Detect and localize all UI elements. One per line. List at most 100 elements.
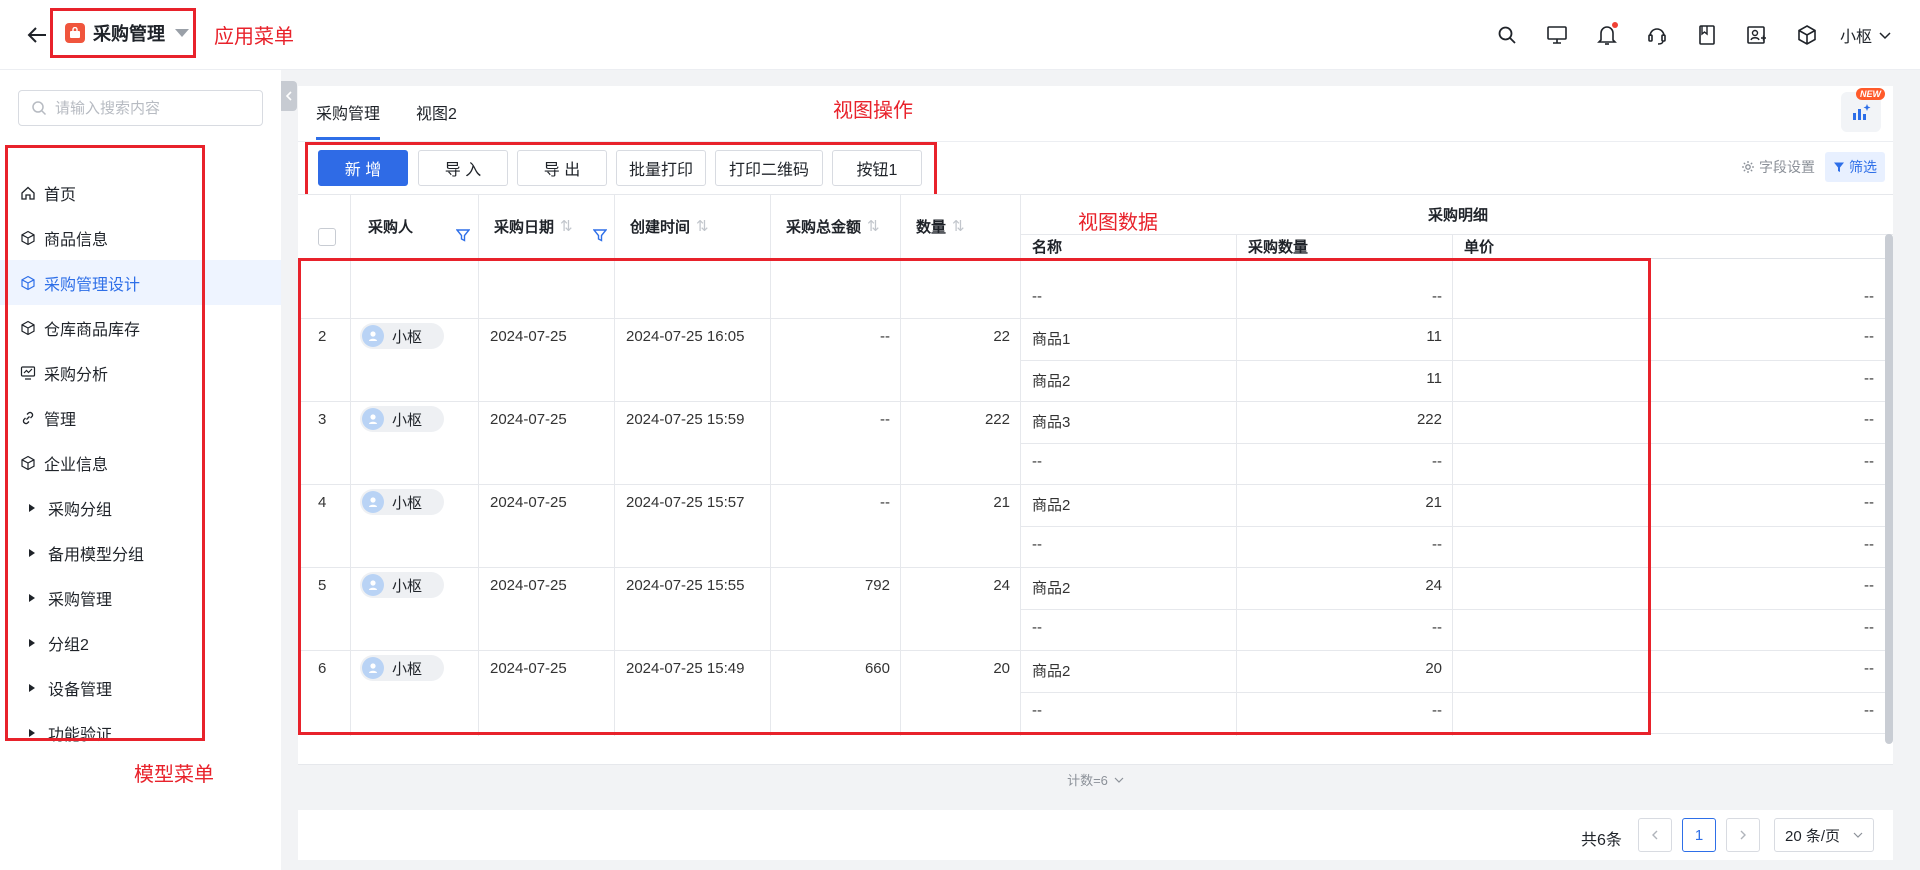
column-group-header-detail: 采购明细 bbox=[1428, 194, 1488, 234]
page-number-button[interactable]: 1 bbox=[1682, 818, 1716, 852]
row-index: 5 bbox=[318, 577, 327, 594]
sidebar-collapse-handle[interactable] bbox=[281, 81, 297, 111]
filter-icon bbox=[1834, 162, 1844, 172]
column-header-detail-qty[interactable]: 采购数量 bbox=[1248, 234, 1308, 258]
column-header-label: 单价 bbox=[1464, 238, 1495, 256]
filter-icon[interactable] bbox=[593, 228, 607, 242]
column-header-date[interactable]: 采购日期 ⇅ bbox=[494, 194, 573, 258]
new-chart-button[interactable]: NEW bbox=[1841, 88, 1885, 132]
prev-page-button[interactable] bbox=[1638, 818, 1672, 852]
toolbar-right: 字段设置 筛选 bbox=[1741, 152, 1885, 182]
search-icon[interactable] bbox=[1482, 18, 1532, 52]
buyer-chip[interactable]: 小枢 bbox=[360, 572, 444, 598]
detail-price-cell: -- bbox=[1864, 660, 1874, 677]
buyer-name: 小枢 bbox=[392, 328, 423, 346]
pagination-total: 共6条 bbox=[1581, 832, 1622, 849]
field-settings-label: 字段设置 bbox=[1759, 159, 1815, 175]
column-header-buyer[interactable]: 采购人 bbox=[368, 194, 413, 258]
notification-dot bbox=[1611, 22, 1618, 28]
app-logo-icon bbox=[65, 23, 85, 43]
user-card-icon[interactable] bbox=[1732, 18, 1782, 52]
detail-price-cell: -- bbox=[1864, 701, 1874, 719]
app-title: 采购管理 bbox=[93, 24, 165, 44]
detail-name-cell: 商品2 bbox=[1032, 372, 1071, 390]
chevron-down-icon bbox=[1853, 832, 1863, 838]
filter-button[interactable]: 筛选 bbox=[1825, 152, 1885, 182]
detail-qty-cell: -- bbox=[1432, 535, 1442, 553]
tab-view2[interactable]: 视图2 bbox=[416, 100, 457, 140]
filter-label: 筛选 bbox=[1849, 159, 1877, 175]
app-menu[interactable]: 采购管理 bbox=[50, 8, 196, 58]
bookmark-icon[interactable] bbox=[1682, 18, 1732, 52]
back-arrow-icon[interactable] bbox=[22, 20, 52, 50]
buyer-name: 小枢 bbox=[392, 577, 423, 595]
view-tabs: 采购管理 视图2 视图操作 NEW bbox=[298, 86, 1893, 142]
chevron-right-icon bbox=[1740, 830, 1746, 840]
quantity-cell: 24 bbox=[993, 577, 1010, 594]
headset-icon[interactable] bbox=[1632, 18, 1682, 52]
next-page-button[interactable] bbox=[1726, 818, 1760, 852]
sort-icon[interactable]: ⇅ bbox=[560, 217, 573, 235]
cube-icon[interactable] bbox=[1782, 18, 1832, 52]
sort-icon[interactable]: ⇅ bbox=[867, 217, 880, 235]
created-time-cell: 2024-07-25 15:57 bbox=[626, 494, 745, 511]
avatar bbox=[362, 574, 384, 596]
avatar bbox=[362, 408, 384, 430]
column-header-label: 采购数量 bbox=[1248, 238, 1309, 256]
select-all-checkbox[interactable] bbox=[318, 228, 336, 246]
detail-name-cell: -- bbox=[1032, 452, 1042, 470]
detail-price-cell: -- bbox=[1864, 577, 1874, 594]
column-header-price[interactable]: 单价 bbox=[1464, 234, 1494, 258]
monitor-icon[interactable] bbox=[1532, 18, 1582, 52]
top-bar: 采购管理 应用菜单 小枢 bbox=[0, 0, 1920, 70]
user-menu[interactable]: 小枢 bbox=[1840, 23, 1892, 47]
view-ops-highlight bbox=[305, 142, 937, 202]
sort-icon[interactable]: ⇅ bbox=[696, 217, 709, 235]
chevron-left-icon bbox=[1652, 830, 1658, 840]
avatar bbox=[362, 657, 384, 679]
detail-name-cell: 商品3 bbox=[1032, 414, 1071, 431]
detail-price-cell: -- bbox=[1864, 452, 1874, 470]
detail-qty-cell: 20 bbox=[1425, 660, 1442, 677]
page-size-select[interactable]: 20 条/页 bbox=[1774, 818, 1874, 852]
column-header-qty[interactable]: 数量 ⇅ bbox=[916, 194, 965, 258]
avatar bbox=[362, 325, 384, 347]
total-amount-cell: -- bbox=[880, 328, 890, 345]
column-header-label: 采购明细 bbox=[1428, 206, 1489, 224]
tab-purchase-management[interactable]: 采购管理 bbox=[316, 100, 380, 140]
top-icons: 小枢 bbox=[1482, 18, 1892, 52]
column-header-name[interactable]: 名称 bbox=[1032, 234, 1062, 258]
column-header-total[interactable]: 采购总金额 ⇅ bbox=[786, 194, 880, 258]
annotation-view-ops: 视图操作 bbox=[833, 100, 913, 122]
detail-qty-cell: 11 bbox=[1426, 369, 1442, 387]
buyer-chip[interactable]: 小枢 bbox=[360, 323, 444, 349]
quantity-cell: 222 bbox=[984, 411, 1010, 428]
detail-price-cell: -- bbox=[1864, 535, 1874, 553]
sidebar-search[interactable] bbox=[18, 90, 263, 126]
buyer-chip[interactable]: 小枢 bbox=[360, 655, 444, 681]
buyer-chip[interactable]: 小枢 bbox=[360, 406, 444, 432]
field-settings-button[interactable]: 字段设置 bbox=[1741, 157, 1815, 177]
row-index: 3 bbox=[318, 411, 327, 428]
caret-down-icon bbox=[175, 29, 189, 37]
chevron-down-icon bbox=[1879, 32, 1891, 40]
column-header-label: 采购日期 bbox=[494, 218, 555, 236]
sort-icon[interactable]: ⇅ bbox=[952, 217, 965, 235]
row-index: 6 bbox=[318, 660, 327, 677]
main-content: 采购管理 视图2 视图操作 NEW 新 增 导 入 导 出 批量打印 打印二维码… bbox=[298, 86, 1893, 866]
column-header-label: 采购总金额 bbox=[786, 218, 862, 236]
table-scrollbar[interactable] bbox=[1885, 234, 1893, 744]
sidebar-search-input[interactable] bbox=[55, 99, 245, 117]
count-label: 计数=6 bbox=[1067, 773, 1108, 788]
filter-icon[interactable] bbox=[456, 228, 470, 242]
column-header-created[interactable]: 创建时间 ⇅ bbox=[630, 194, 709, 258]
buyer-chip[interactable]: 小枢 bbox=[360, 489, 444, 515]
detail-name-cell: -- bbox=[1032, 288, 1042, 305]
bell-icon[interactable] bbox=[1582, 18, 1632, 52]
buyer-name: 小枢 bbox=[392, 660, 423, 678]
detail-price-cell: -- bbox=[1864, 328, 1874, 345]
column-header-label: 创建时间 bbox=[630, 218, 691, 236]
count-summary[interactable]: 计数=6 bbox=[298, 764, 1893, 794]
purchase-date-cell: 2024-07-25 bbox=[490, 577, 567, 594]
detail-qty-cell: -- bbox=[1432, 452, 1442, 470]
